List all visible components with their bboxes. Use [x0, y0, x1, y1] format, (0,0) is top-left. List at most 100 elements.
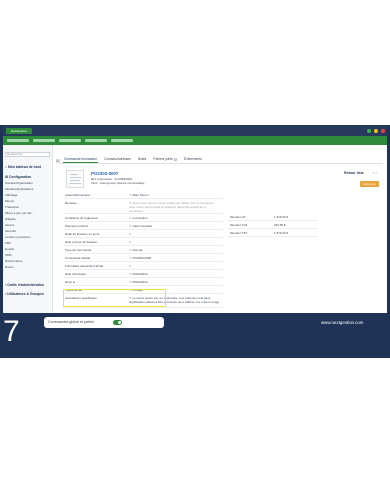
form-row-value-text: Carte bancaire [132, 224, 153, 228]
form-row-label: Formulaire demande d'achat [65, 264, 104, 268]
sidebar-item[interactable]: PDF [5, 241, 11, 245]
sidebar-item[interactable]: Mises à jour par déf... [5, 211, 34, 215]
form-row-value[interactable]: ✎05/03/2023 [129, 280, 148, 284]
tab-supplier-order[interactable]: Commande fournisseur [63, 156, 99, 163]
form-row-value[interactable]: ✎ [129, 264, 133, 268]
tab-count-badge: 1 [173, 158, 178, 161]
sidebar-item[interactable]: Widgets [5, 217, 16, 221]
sidebar-heading-users-groups[interactable]: ▪ Utilisateurs & Groupes [5, 292, 44, 296]
toggle-label: Commandes global et partiel [48, 320, 94, 324]
sidebar-item[interactable]: Traduction [5, 205, 19, 209]
form-row-value[interactable]: ✎Normal [129, 248, 142, 252]
edit-pencil-icon[interactable]: ✎ [129, 224, 132, 228]
form-row-value[interactable]: ✎PO2303-0005 [129, 256, 151, 260]
sidebar-heading-configuration[interactable]: ⚙ Configuration [5, 175, 31, 179]
sidebar-item[interactable]: Alertes [5, 223, 14, 227]
edit-pencil-icon[interactable]: ✎ [129, 193, 132, 197]
sidebar-item[interactable]: Sécurité [5, 229, 16, 233]
form-row-value[interactable]: ✎ [129, 240, 133, 244]
form-row-label: Date prévue de livraison [65, 240, 98, 244]
form-row-value-text: Normal [132, 248, 143, 252]
step-number: 7 [3, 315, 20, 348]
menu-tab[interactable] [33, 139, 55, 142]
amount-label: Montant TVA [230, 223, 248, 227]
form-row-value[interactable]: ✎A réception [129, 216, 148, 220]
sidebar-item[interactable]: Divers [5, 265, 14, 269]
sidebar-item[interactable]: Menus [5, 199, 14, 203]
third-party: Tiers : Anonymous (Autres commandes) [91, 181, 145, 185]
menu-tab[interactable] [111, 139, 133, 142]
form-row-value-text: 03/03/2023 [132, 272, 148, 276]
form-row-value-text: Marc Simon [132, 193, 149, 197]
form-row: Date prévue de livraison ✎ [63, 238, 223, 246]
tab-label: Commande fournisseur [64, 157, 98, 161]
record-nav-arrows[interactable]: ‹ › [373, 170, 377, 175]
document-thumbnail[interactable] [66, 170, 84, 188]
amount-value: 263,60 € [274, 223, 286, 227]
sidebar-item-dashboard[interactable]: ⌂ Mon tableau de bord [5, 165, 41, 169]
tab-attached-files[interactable]: Fichiers joints 1 [152, 156, 178, 163]
sidebar-heading-label: Utilisateurs & Groupes [7, 292, 44, 296]
tab-notes[interactable]: Notes [137, 156, 147, 163]
search-input[interactable]: Rechercher [5, 152, 50, 157]
highlight-box [63, 289, 166, 307]
form-row-value[interactable]: ✎Carte bancaire [129, 224, 152, 228]
amount-row: Montant HT 1 316,00 € [228, 213, 318, 221]
tab-events[interactable]: Événements [183, 156, 203, 163]
form-row-value[interactable]: ✎Vous n'avez pas de remise relative par … [129, 201, 221, 213]
sidebar-item[interactable]: Affichage [5, 193, 17, 197]
menu-tab[interactable] [59, 139, 81, 142]
menu-tab[interactable] [85, 139, 107, 142]
form-row: Date d'émission ✎03/03/2023 [63, 270, 223, 278]
sidebar-item[interactable]: Société/Organisation [5, 181, 33, 185]
form-row: Type de commande ✎Normal [63, 246, 223, 254]
back-to-list-link[interactable]: Retour liste [344, 171, 364, 175]
edit-pencil-icon[interactable]: ✎ [129, 240, 132, 244]
sidebar-heading-admin-tools[interactable]: ▪ Outils d'administration [5, 283, 44, 287]
form-row-value[interactable]: ✎ [129, 232, 133, 236]
sidebar-item[interactable]: SMS [5, 253, 12, 257]
amount-row: Montant TTC 1 579,20 € [228, 229, 318, 237]
app-logo[interactable]: NextGestion [6, 128, 32, 134]
edit-pencil-icon[interactable]: ✎ [129, 256, 132, 260]
sidebar-heading-label: Outils d'administration [7, 283, 44, 287]
footer-strip: 7 Commandes global et partiel www.nextge… [0, 313, 390, 358]
edit-pencil-icon[interactable]: ✎ [129, 264, 132, 268]
sidebar-item[interactable]: Dictionnaires [5, 259, 22, 263]
menu-tab[interactable] [7, 139, 29, 142]
form-row-value-text: A réception [132, 216, 148, 220]
tab-divider [59, 163, 383, 164]
sidebar-item-label: Mon tableau de bord [8, 165, 42, 169]
edit-pencil-icon[interactable]: ✎ [129, 232, 132, 236]
sidebar-item[interactable]: Modules/Applications [5, 187, 33, 191]
form-row-label: Type de commande [65, 248, 92, 252]
main-menu-bar [3, 136, 387, 145]
form-row-value-text: PO2303-0005 [132, 256, 152, 260]
tab-contacts[interactable]: Contacts/Adresses [103, 156, 132, 163]
sidebar-item[interactable]: Limites et précision [5, 235, 31, 239]
form-row-value[interactable]: ✎03/03/2023 [129, 272, 148, 276]
form-row-label: Date d'émission [65, 272, 87, 276]
tab-label: Notes [137, 157, 147, 161]
status-badge: Approuvé [360, 181, 379, 187]
order-reference: PO2303-0007 [91, 171, 119, 176]
tab-label: Événements [184, 157, 202, 161]
form-row: Remises ✎Vous n'avez pas de remise relati… [63, 199, 223, 214]
global-partial-toggle[interactable] [113, 320, 122, 325]
form-row-value-text: 05/03/2023 [132, 280, 148, 284]
form-row: Payment method ✎Carte bancaire [63, 222, 223, 230]
edit-pencil-icon[interactable]: ✎ [129, 248, 132, 252]
status-dot-yellow-icon [374, 129, 378, 133]
sidebar-item[interactable]: Emails [5, 247, 14, 251]
form-row: Conditions de règlement ✎A réception [63, 214, 223, 222]
amount-label: Montant TTC [230, 231, 248, 235]
form-row-label: Auteur/Demandeur [65, 193, 91, 197]
amount-value: 1 316,00 € [274, 215, 289, 219]
setting-pill: Commandes global et partiel [44, 317, 164, 328]
edit-pencil-icon[interactable]: ✎ [129, 280, 132, 284]
form-row-label: Reçu le [65, 280, 76, 284]
edit-pencil-icon[interactable]: ✎ [129, 216, 132, 220]
form-row-value[interactable]: ✎Marc Simon [129, 193, 149, 197]
edit-pencil-icon[interactable]: ✎ [129, 272, 132, 276]
form-row-label: Conditions de règlement [65, 216, 98, 220]
